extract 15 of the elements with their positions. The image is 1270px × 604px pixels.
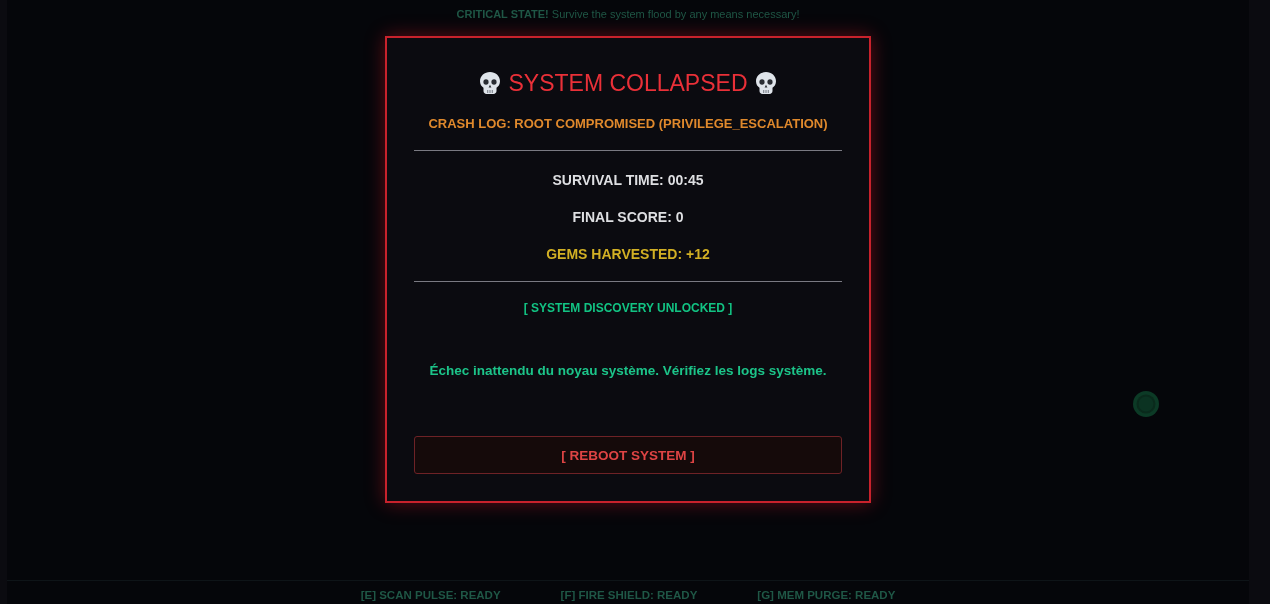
reboot-button[interactable]: [ REBOOT SYSTEM ] bbox=[414, 436, 842, 474]
orb-icon bbox=[1132, 390, 1160, 418]
stat-text: SURVIVAL TIME: 00:45 bbox=[552, 171, 704, 190]
crash-log-text: CRASH LOG: ROOT COMPROMISED (PRIVILEGE_ESCALATION) bbox=[428, 115, 828, 133]
ability-status: [E] SCAN PULSE: READY bbox=[360, 588, 501, 603]
alert-message: CRITICAL STATE! Survive the system flood by any means necessary! bbox=[456, 7, 800, 22]
skull-icon bbox=[480, 72, 501, 94]
unlock-text: [ SYSTEM DISCOVERY UNLOCKED ] bbox=[523, 300, 733, 317]
skull-icon bbox=[755, 72, 776, 94]
ability-status: [F] FIRE SHIELD: READY bbox=[560, 588, 698, 603]
dialog-title: SYSTEM COLLAPSED bbox=[508, 69, 748, 98]
error-message: Échec inattendu du noyau système. Vérifiez les logs système. bbox=[429, 362, 827, 380]
stat-text: FINAL SCORE: 0 bbox=[572, 208, 684, 227]
gems-text: GEMS HARVESTED: +12 bbox=[546, 245, 710, 264]
ability-status: [G] MEM PURGE: READY bbox=[757, 588, 896, 603]
